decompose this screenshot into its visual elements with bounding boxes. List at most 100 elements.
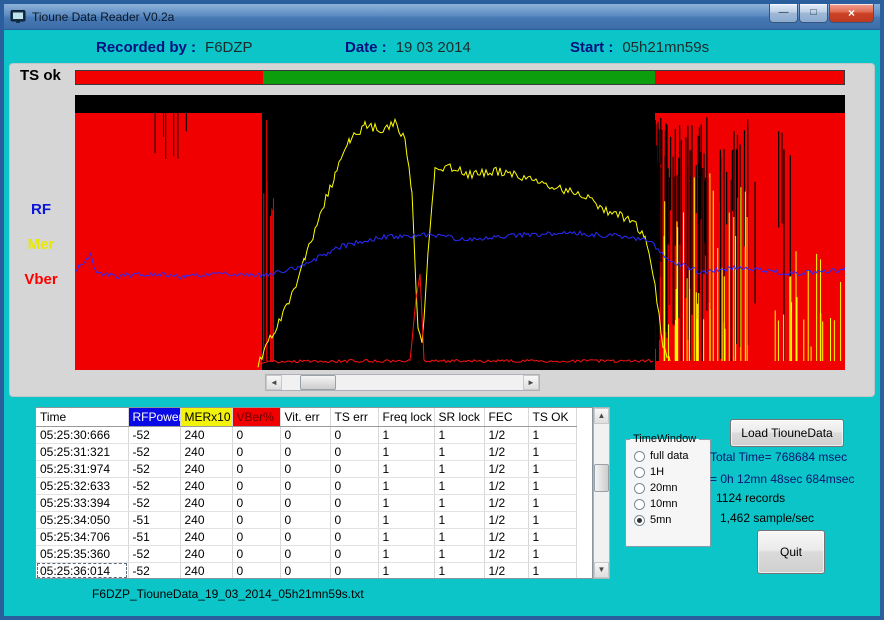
table-row[interactable]: 05:25:31:321-52240000111/21 xyxy=(36,443,576,460)
table-cell[interactable]: 1 xyxy=(378,460,434,477)
table-row[interactable]: 05:25:32:633-52240000111/21 xyxy=(36,477,576,494)
table-cell[interactable]: 1/2 xyxy=(484,511,528,528)
column-header-merx10[interactable]: MERx10 xyxy=(180,408,232,426)
table-cell[interactable]: 1 xyxy=(434,528,484,545)
table-cell[interactable]: 0 xyxy=(232,528,280,545)
table-cell[interactable]: 0 xyxy=(330,545,378,562)
table-cell[interactable]: 1 xyxy=(434,443,484,460)
table-cell[interactable]: 240 xyxy=(180,494,232,511)
column-header-ts-ok[interactable]: TS OK xyxy=(528,408,576,426)
v-scrollbar[interactable]: ▲ ▼ xyxy=(593,407,610,579)
table-cell[interactable]: 240 xyxy=(180,443,232,460)
table-cell[interactable]: 1 xyxy=(434,511,484,528)
table-cell[interactable]: 1 xyxy=(378,545,434,562)
h-scrollbar[interactable]: ◄ ► xyxy=(265,374,540,391)
table-cell[interactable]: -52 xyxy=(128,443,180,460)
table-cell[interactable]: 240 xyxy=(180,545,232,562)
table-row[interactable]: 05:25:36:014-52240000111/21 xyxy=(36,562,576,579)
v-scroll-thumb[interactable] xyxy=(594,464,609,492)
table-cell[interactable]: 05:25:34:050 xyxy=(36,511,128,528)
scroll-right-button[interactable]: ► xyxy=(523,375,539,390)
table-cell[interactable]: 1/2 xyxy=(484,562,528,579)
column-header-ts-err[interactable]: TS err xyxy=(330,408,378,426)
table-cell[interactable]: 1 xyxy=(528,443,576,460)
table-cell[interactable]: 0 xyxy=(232,443,280,460)
table-cell[interactable]: 0 xyxy=(232,545,280,562)
table-cell[interactable]: 1/2 xyxy=(484,460,528,477)
table-row[interactable]: 05:25:35:360-52240000111/21 xyxy=(36,545,576,562)
table-cell[interactable]: 0 xyxy=(280,562,330,579)
table-cell[interactable]: 1 xyxy=(528,460,576,477)
radio-20mn[interactable]: 20mn xyxy=(634,482,706,494)
table-cell[interactable]: 0 xyxy=(330,426,378,443)
table-cell[interactable]: 0 xyxy=(232,460,280,477)
table-cell[interactable]: 1 xyxy=(528,562,576,579)
table-row[interactable]: 05:25:33:394-52240000111/21 xyxy=(36,494,576,511)
table-cell[interactable]: 0 xyxy=(232,562,280,579)
table-cell[interactable]: 1 xyxy=(434,545,484,562)
table-row[interactable]: 05:25:30:666-52240000111/21 xyxy=(36,426,576,443)
v-scroll-track[interactable] xyxy=(594,424,609,562)
scroll-down-button[interactable]: ▼ xyxy=(594,562,609,578)
table-cell[interactable]: -52 xyxy=(128,562,180,579)
table-cell[interactable]: 1 xyxy=(434,460,484,477)
column-header-time[interactable]: Time xyxy=(36,408,128,426)
table-cell[interactable]: 1 xyxy=(378,528,434,545)
table-cell[interactable]: 1/2 xyxy=(484,426,528,443)
table-cell[interactable]: 1 xyxy=(528,528,576,545)
table-cell[interactable]: 1 xyxy=(528,426,576,443)
column-header-freq-lock[interactable]: Freq lock xyxy=(378,408,434,426)
table-cell[interactable]: 1 xyxy=(528,494,576,511)
scroll-up-button[interactable]: ▲ xyxy=(594,408,609,424)
table-cell[interactable]: 0 xyxy=(280,511,330,528)
table-cell[interactable]: -52 xyxy=(128,426,180,443)
table-cell[interactable]: 1 xyxy=(378,494,434,511)
table-cell[interactable]: 0 xyxy=(232,426,280,443)
table-cell[interactable]: 1 xyxy=(434,426,484,443)
table-cell[interactable]: 1 xyxy=(378,511,434,528)
radio-5mn[interactable]: 5mn xyxy=(634,514,706,526)
table-cell[interactable]: 240 xyxy=(180,426,232,443)
load-tiounedata-button[interactable]: Load TiouneData xyxy=(730,419,844,447)
title-bar[interactable]: Tioune Data Reader V0.2a — □ × xyxy=(4,4,880,30)
table-cell[interactable]: 05:25:31:974 xyxy=(36,460,128,477)
table-cell[interactable]: 0 xyxy=(232,477,280,494)
table-cell[interactable]: 1/2 xyxy=(484,443,528,460)
column-header-sr-lock[interactable]: SR lock xyxy=(434,408,484,426)
table-cell[interactable]: 0 xyxy=(232,494,280,511)
table-cell[interactable]: 1/2 xyxy=(484,477,528,494)
column-header-vit-err[interactable]: Vit. err xyxy=(280,408,330,426)
table-row[interactable]: 05:25:31:974-52240000111/21 xyxy=(36,460,576,477)
scroll-left-button[interactable]: ◄ xyxy=(266,375,282,390)
table-cell[interactable]: 1 xyxy=(378,477,434,494)
quit-button[interactable]: Quit xyxy=(757,530,825,574)
table-cell[interactable]: 1/2 xyxy=(484,545,528,562)
close-button[interactable]: × xyxy=(829,4,874,23)
table-cell[interactable]: 05:25:36:014 xyxy=(36,562,128,579)
table-cell[interactable]: 0 xyxy=(280,460,330,477)
table-cell[interactable]: -51 xyxy=(128,528,180,545)
table-cell[interactable]: 240 xyxy=(180,511,232,528)
table-cell[interactable]: 0 xyxy=(280,494,330,511)
table-cell[interactable]: 0 xyxy=(280,477,330,494)
table-cell[interactable]: 05:25:31:321 xyxy=(36,443,128,460)
maximize-button[interactable]: □ xyxy=(799,4,828,23)
table-cell[interactable]: 05:25:30:666 xyxy=(36,426,128,443)
table-cell[interactable]: 0 xyxy=(280,426,330,443)
table-cell[interactable]: 240 xyxy=(180,460,232,477)
table-row[interactable]: 05:25:34:050-51240000111/21 xyxy=(36,511,576,528)
table-cell[interactable]: 05:25:32:633 xyxy=(36,477,128,494)
table-cell[interactable]: 05:25:35:360 xyxy=(36,545,128,562)
table-cell[interactable]: 240 xyxy=(180,562,232,579)
table-cell[interactable]: 1 xyxy=(434,494,484,511)
table-cell[interactable]: 0 xyxy=(330,460,378,477)
table-cell[interactable]: 0 xyxy=(330,511,378,528)
table-cell[interactable]: -52 xyxy=(128,545,180,562)
column-header-vber[interactable]: VBer% xyxy=(232,408,280,426)
table-cell[interactable]: 05:25:33:394 xyxy=(36,494,128,511)
table-cell[interactable]: 1 xyxy=(378,443,434,460)
table-cell[interactable]: 240 xyxy=(180,477,232,494)
h-scroll-thumb[interactable] xyxy=(300,375,336,390)
table-row[interactable]: 05:25:34:706-51240000111/21 xyxy=(36,528,576,545)
table-cell[interactable]: 1 xyxy=(378,562,434,579)
